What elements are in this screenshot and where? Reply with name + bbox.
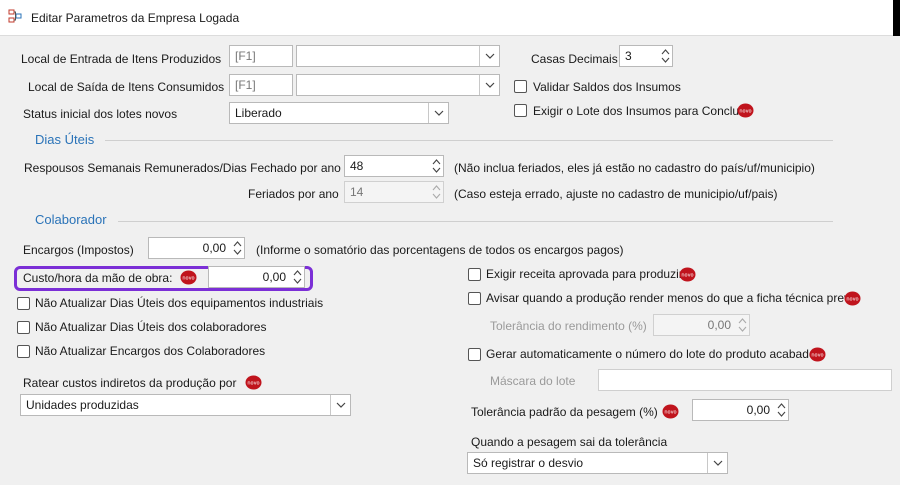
- tolerancia-pesagem-spinner[interactable]: 0,00: [692, 399, 789, 421]
- avisar-rendimento-checkbox[interactable]: [468, 292, 481, 305]
- local-saida-code-input[interactable]: [F1]: [229, 74, 293, 96]
- validar-saldos-label: Validar Saldos dos Insumos: [533, 80, 681, 94]
- ratear-select[interactable]: Unidades produzidas: [20, 394, 351, 416]
- repousos-value: 48: [350, 159, 364, 173]
- exigir-receita-label: Exigir receita aprovada para produzir: [486, 267, 683, 281]
- casas-decimais-label: Casas Decimais: [531, 52, 618, 66]
- pesagem-fora-label: Quando a pesagem sai da tolerância: [471, 435, 668, 449]
- gerar-lote-label: Gerar automaticamente o número do lote d…: [486, 347, 816, 361]
- feriados-hint: (Caso esteja errado, ajuste no cadastro …: [454, 187, 778, 201]
- tolerancia-pesagem-value: 0,00: [746, 403, 770, 417]
- casas-decimais-value: 3: [625, 49, 632, 63]
- feriados-label: Feriados por ano: [248, 187, 339, 201]
- novo-badge-icon: novo: [737, 103, 754, 118]
- custo-hora-label: Custo/hora da mão de obra:: [23, 271, 173, 285]
- spin-arrows-icon[interactable]: [736, 316, 748, 334]
- chevron-down-icon[interactable]: [479, 75, 499, 95]
- local-entrada-select[interactable]: [296, 45, 500, 67]
- chevron-down-icon[interactable]: [479, 46, 499, 66]
- pesagem-fora-select[interactable]: Só registrar o desvio: [467, 452, 728, 474]
- spin-arrows-icon[interactable]: [775, 401, 787, 419]
- encargos-value: 0,00: [202, 241, 226, 255]
- ratear-label: Ratear custos indiretos da produção por: [23, 376, 237, 390]
- spin-arrows-icon[interactable]: [430, 157, 442, 175]
- spin-arrows-icon[interactable]: [291, 268, 303, 286]
- chevron-down-icon[interactable]: [707, 453, 727, 473]
- status-lotes-select[interactable]: Liberado: [229, 102, 449, 124]
- section-colaborador-title: Colaborador: [35, 212, 107, 227]
- tolerancia-rendimento-spinner[interactable]: 0,00: [653, 314, 750, 336]
- nao-atualizar-encargos-checkbox[interactable]: [17, 345, 30, 358]
- exigir-receita-checkbox[interactable]: [468, 268, 481, 281]
- title-bar: Editar Parametros da Empresa Logada: [0, 0, 893, 36]
- feriados-spinner[interactable]: 14: [344, 181, 444, 203]
- section-divider: [105, 140, 833, 141]
- casas-decimais-spinner[interactable]: 3: [619, 45, 673, 67]
- status-lotes-label: Status inicial dos lotes novos: [23, 107, 178, 121]
- chevron-down-icon[interactable]: [428, 103, 448, 123]
- local-entrada-label: Local de Entrada de Itens Produzidos: [21, 52, 222, 66]
- spin-arrows-icon[interactable]: [659, 47, 671, 65]
- parameters-panel: Local de Entrada de Itens Produzidos [F1…: [0, 36, 900, 485]
- custo-hora-spinner[interactable]: 0,00: [208, 266, 305, 288]
- tolerancia-pesagem-label: Tolerância padrão da pesagem (%): [471, 405, 658, 419]
- gerar-lote-checkbox[interactable]: [468, 348, 481, 361]
- novo-badge-icon: novo: [662, 404, 679, 419]
- svg-text:novo: novo: [739, 109, 751, 115]
- novo-badge-icon: novo: [809, 347, 826, 362]
- local-saida-select[interactable]: [296, 74, 500, 96]
- mascara-lote-label: Máscara do lote: [490, 374, 576, 388]
- svg-text:novo: novo: [681, 273, 693, 279]
- nao-atualizar-equip-label: Não Atualizar Dias Úteis dos equipamento…: [35, 296, 324, 310]
- repousos-label: Respousos Semanais Remunerados/Dias Fech…: [24, 161, 341, 175]
- novo-badge-icon: novo: [245, 375, 262, 390]
- spin-arrows-icon[interactable]: [430, 183, 442, 201]
- avisar-rendimento-label: Avisar quando a produção render menos do…: [486, 291, 860, 305]
- svg-text:novo: novo: [664, 410, 676, 416]
- local-entrada-code-input[interactable]: [F1]: [229, 45, 293, 67]
- exigir-lote-checkbox[interactable]: [514, 104, 527, 117]
- svg-text:novo: novo: [846, 297, 858, 303]
- status-lotes-value: Liberado: [235, 106, 282, 120]
- tolerancia-rendimento-value: 0,00: [707, 318, 731, 332]
- feriados-value: 14: [350, 185, 364, 199]
- svg-text:novo: novo: [182, 276, 194, 282]
- validar-saldos-checkbox[interactable]: [514, 80, 527, 93]
- nao-atualizar-colab-label: Não Atualizar Dias Úteis dos colaborador…: [35, 320, 267, 334]
- svg-text:novo: novo: [811, 353, 823, 359]
- pesagem-fora-value: Só registrar o desvio: [473, 456, 584, 470]
- custo-hora-value: 0,00: [262, 270, 286, 284]
- ratear-value: Unidades produzidas: [26, 398, 139, 412]
- novo-badge-icon: novo: [844, 291, 861, 306]
- svg-text:novo: novo: [247, 381, 259, 387]
- novo-badge-icon: novo: [180, 270, 197, 285]
- repousos-spinner[interactable]: 48: [344, 155, 444, 177]
- exigir-lote-label: Exigir o Lote dos Insumos para Concluir: [533, 104, 746, 118]
- novo-badge-icon: novo: [679, 267, 696, 282]
- encargos-hint: (Informe o somatório das porcentagens de…: [256, 243, 624, 257]
- nao-atualizar-equip-checkbox[interactable]: [17, 297, 30, 310]
- encargos-spinner[interactable]: 0,00: [148, 237, 245, 259]
- mascara-lote-input[interactable]: [598, 369, 892, 391]
- spin-arrows-icon[interactable]: [231, 239, 243, 257]
- section-divider: [118, 221, 833, 222]
- nao-atualizar-encargos-label: Não Atualizar Encargos dos Colaboradores: [35, 344, 266, 358]
- app-icon: [8, 9, 22, 23]
- chevron-down-icon[interactable]: [330, 395, 350, 415]
- nao-atualizar-colab-checkbox[interactable]: [17, 321, 30, 334]
- section-dias-uteis-title: Dias Úteis: [35, 132, 95, 147]
- tolerancia-rendimento-label: Tolerância do rendimento (%): [490, 319, 647, 333]
- encargos-label: Encargos (Impostos): [23, 243, 134, 257]
- window-title: Editar Parametros da Empresa Logada: [31, 11, 240, 25]
- repousos-hint: (Não inclua feriados, eles já estão no c…: [454, 161, 815, 175]
- local-saida-label: Local de Saída de Itens Consumidos: [28, 80, 225, 94]
